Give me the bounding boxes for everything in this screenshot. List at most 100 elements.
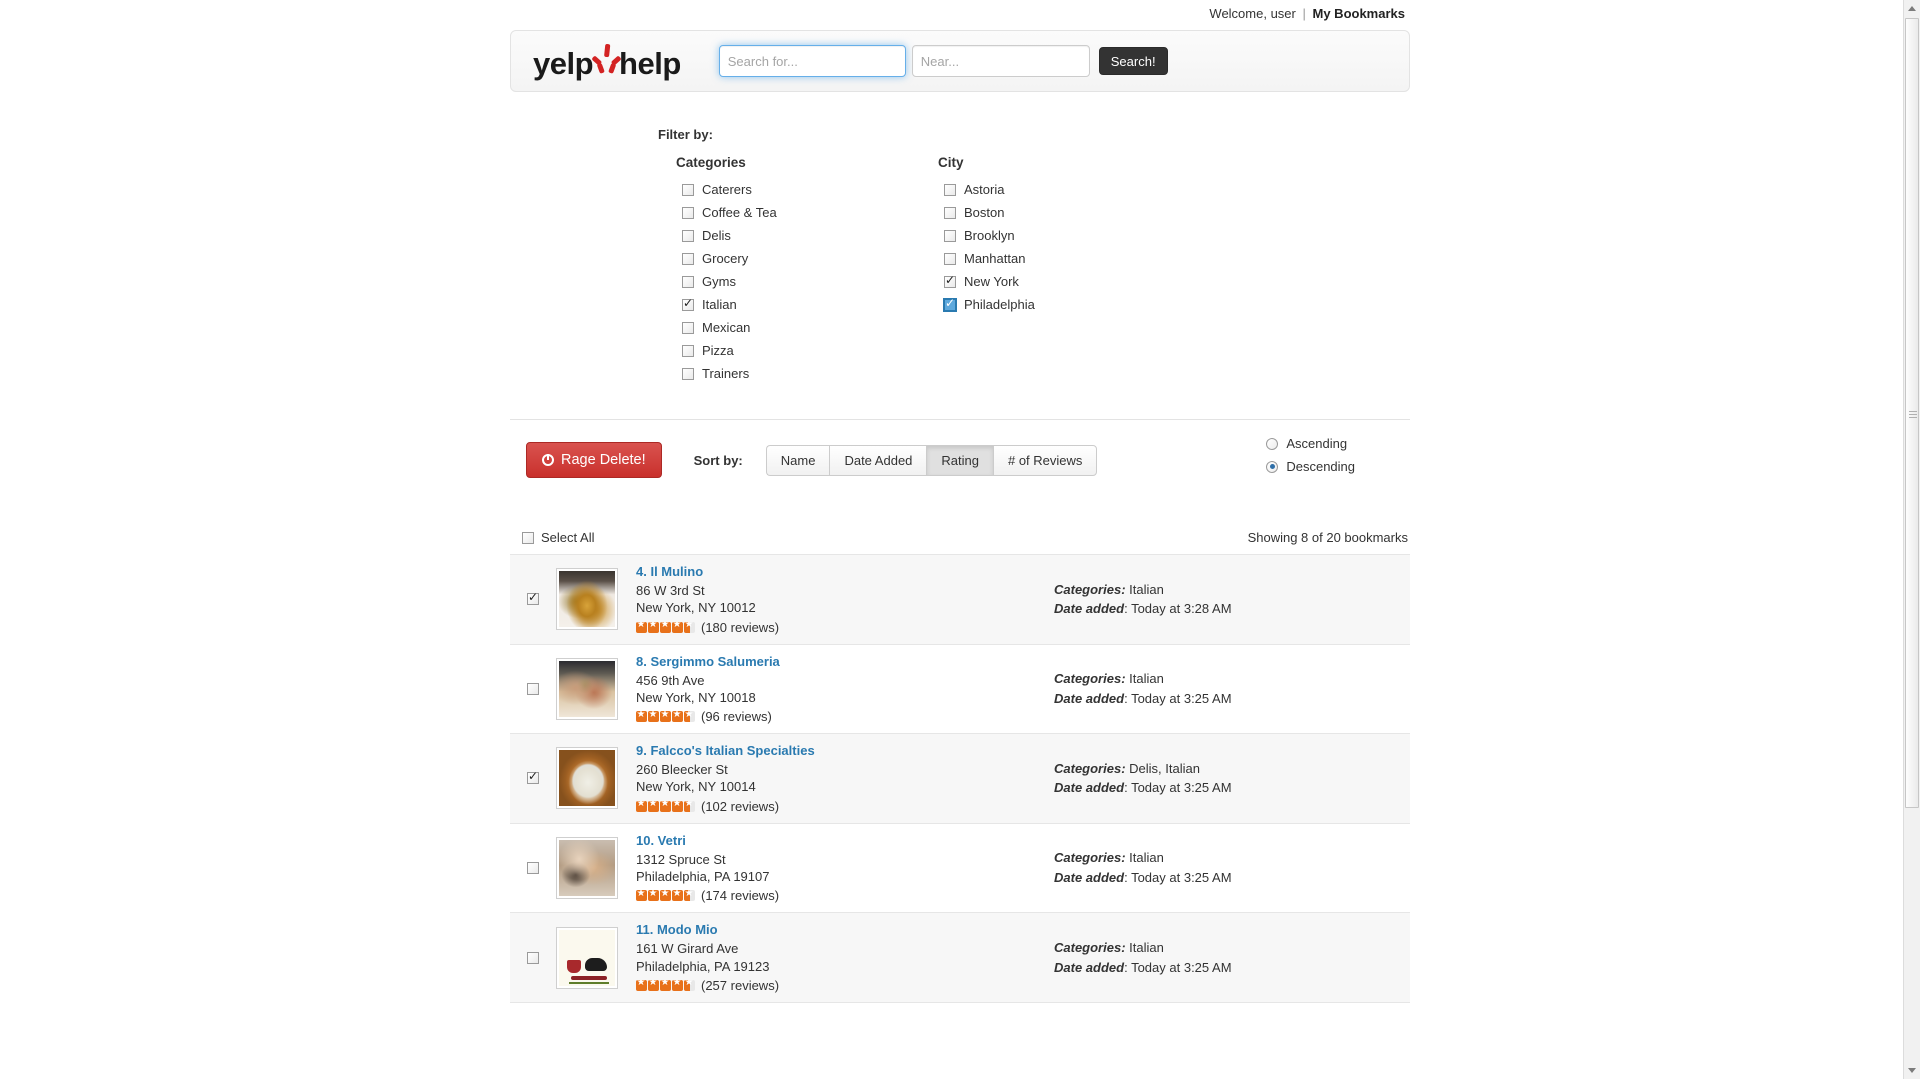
- sort-button-date-added[interactable]: Date Added: [829, 444, 927, 476]
- bookmark-review-count-2: (102 reviews): [701, 798, 780, 814]
- sort-order-ascending[interactable]: Ascending: [1266, 436, 1355, 451]
- bookmark-thumbnail-0[interactable]: [556, 568, 618, 631]
- filter-label-grocery[interactable]: Grocery: [702, 251, 748, 266]
- checkbox-bookmark-2[interactable]: [527, 769, 539, 785]
- filter-option-caterers[interactable]: Caterers: [676, 182, 938, 197]
- checkbox-italian[interactable]: [682, 296, 694, 311]
- filter-option-mexican[interactable]: Mexican: [676, 320, 938, 335]
- filter-option-astoria[interactable]: Astoria: [938, 182, 1200, 197]
- bookmark-title-link-4[interactable]: 11. Modo Mio: [636, 922, 1006, 937]
- checkbox-bookmark-1[interactable]: [527, 682, 539, 695]
- filter-label-boston[interactable]: Boston: [964, 205, 1004, 220]
- scroll-down-arrow-icon[interactable]: [1904, 1062, 1920, 1079]
- radio-ascending[interactable]: [1266, 437, 1279, 450]
- checkbox-philadelphia[interactable]: [944, 296, 956, 311]
- checkbox-astoria[interactable]: [944, 183, 956, 196]
- checkbox-bookmark-3[interactable]: [527, 861, 539, 874]
- my-bookmarks-link[interactable]: My Bookmarks: [1313, 6, 1405, 21]
- bookmark-title-link-1[interactable]: 8. Sergimmo Salumeria: [636, 654, 1006, 669]
- bookmark-thumbnail-4[interactable]: [556, 926, 618, 989]
- filter-label-philadelphia[interactable]: Philadelphia: [964, 297, 1035, 312]
- bookmark-thumbnail-1[interactable]: [556, 657, 618, 720]
- filter-option-philadelphia[interactable]: Philadelphia: [938, 296, 1200, 312]
- table-row[interactable]: 10. Vetri 1312 Spruce St Philadelphia, P…: [510, 824, 1410, 914]
- filter-label-coffee-tea[interactable]: Coffee & Tea: [702, 205, 777, 220]
- filter-option-trainers[interactable]: Trainers: [676, 366, 938, 381]
- filter-option-grocery[interactable]: Grocery: [676, 251, 938, 266]
- filter-label-trainers[interactable]: Trainers: [702, 366, 749, 381]
- bookmark-thumbnail-2[interactable]: [556, 747, 618, 810]
- search-button[interactable]: Search!: [1098, 47, 1168, 75]
- table-row[interactable]: 8. Sergimmo Salumeria 456 9th Ave New Yo…: [510, 645, 1410, 735]
- table-row[interactable]: 9. Falcco's Italian Specialties 260 Blee…: [510, 734, 1410, 824]
- filter-label-astoria[interactable]: Astoria: [964, 182, 1004, 197]
- bookmark-title-link-2[interactable]: 9. Falcco's Italian Specialties: [636, 743, 1006, 758]
- filter-label-caterers[interactable]: Caterers: [702, 182, 752, 197]
- checkbox-new-york[interactable]: [944, 273, 956, 288]
- filter-option-italian[interactable]: Italian: [676, 296, 938, 312]
- table-row[interactable]: 11. Modo Mio 161 W Girard Ave Philadelph…: [510, 913, 1410, 1003]
- checkbox-gyms[interactable]: [682, 275, 694, 288]
- filter-label-pizza[interactable]: Pizza: [702, 343, 734, 358]
- filter-option-new-york[interactable]: New York: [938, 273, 1200, 289]
- star-rating-icon-3: [636, 890, 696, 902]
- filter-option-gyms[interactable]: Gyms: [676, 274, 938, 289]
- site-header: yelp help Search!: [510, 30, 1410, 92]
- filter-label-delis[interactable]: Delis: [702, 228, 731, 243]
- filter-label-manhattan[interactable]: Manhattan: [964, 251, 1025, 266]
- radio-descending[interactable]: [1266, 460, 1279, 473]
- filter-label-new-york[interactable]: New York: [964, 274, 1019, 289]
- bookmark-title-link-3[interactable]: 10. Vetri: [636, 833, 1006, 848]
- checkbox-coffee-tea[interactable]: [682, 206, 694, 219]
- bookmark-title-link-0[interactable]: 4. Il Mulino: [636, 564, 1006, 579]
- filter-option-brooklyn[interactable]: Brooklyn: [938, 228, 1200, 243]
- search-form: Search!: [718, 45, 1168, 77]
- sort-order-descending[interactable]: Descending: [1266, 459, 1355, 474]
- filter-label-gyms[interactable]: Gyms: [702, 274, 736, 289]
- checkbox-pizza[interactable]: [682, 344, 694, 357]
- select-all-control[interactable]: Select All: [522, 530, 594, 545]
- scrollbar-thumb[interactable]: [1905, 18, 1919, 808]
- filter-option-delis[interactable]: Delis: [676, 228, 938, 243]
- filter-option-coffee-tea[interactable]: Coffee & Tea: [676, 205, 938, 220]
- checkbox-boston[interactable]: [944, 206, 956, 219]
- checkbox-bookmark-0[interactable]: [527, 590, 539, 606]
- sort-button-rating[interactable]: Rating: [926, 444, 993, 476]
- radio-label-ascending[interactable]: Ascending: [1286, 436, 1347, 451]
- browser-scrollbar[interactable]: [1903, 0, 1920, 1079]
- filter-label-italian[interactable]: Italian: [702, 297, 737, 312]
- filter-label-brooklyn[interactable]: Brooklyn: [964, 228, 1015, 243]
- filter-label-mexican[interactable]: Mexican: [702, 320, 750, 335]
- filter-option-pizza[interactable]: Pizza: [676, 343, 938, 358]
- checkbox-select-all[interactable]: [522, 531, 534, 544]
- filter-group-categories: Categories Caterers Coffee & Tea Delis G…: [676, 155, 938, 389]
- bookmark-street-1: 456 9th Ave: [636, 672, 705, 688]
- scroll-up-arrow-icon[interactable]: [1904, 0, 1920, 17]
- filter-option-manhattan[interactable]: Manhattan: [938, 251, 1200, 266]
- bookmark-street-0: 86 W 3rd St: [636, 583, 705, 598]
- filter-option-boston[interactable]: Boston: [938, 205, 1200, 220]
- select-all-label[interactable]: Select All: [541, 530, 594, 545]
- site-logo[interactable]: yelp help: [533, 43, 681, 79]
- checkbox-caterers[interactable]: [682, 183, 694, 196]
- star-rating-icon-0: [636, 621, 696, 633]
- rage-delete-button[interactable]: Rage Delete!: [526, 442, 662, 478]
- date-added-value-3: Today at 3:25 AM: [1131, 869, 1232, 885]
- checkbox-mexican[interactable]: [682, 321, 694, 334]
- bookmark-list-header: Select All Showing 8 of 20 bookmarks: [510, 530, 1410, 545]
- checkbox-brooklyn[interactable]: [944, 229, 956, 242]
- checkbox-bookmark-4[interactable]: [527, 951, 539, 964]
- checkbox-trainers[interactable]: [682, 367, 694, 380]
- sort-button-num-reviews[interactable]: # of Reviews: [992, 444, 1098, 476]
- sort-button-name[interactable]: Name: [765, 444, 830, 476]
- search-term-input[interactable]: [718, 45, 906, 77]
- checkbox-delis[interactable]: [682, 229, 694, 242]
- table-row[interactable]: 4. Il Mulino 86 W 3rd St New York, NY 10…: [510, 555, 1410, 645]
- radio-label-descending[interactable]: Descending: [1286, 459, 1355, 474]
- categories-label-2: Categories:: [1054, 760, 1126, 776]
- checkbox-manhattan[interactable]: [944, 252, 956, 265]
- row-checkbox-cell: [510, 861, 556, 874]
- search-location-input[interactable]: [911, 45, 1090, 77]
- checkbox-grocery[interactable]: [682, 252, 694, 265]
- bookmark-thumbnail-3[interactable]: [556, 836, 618, 899]
